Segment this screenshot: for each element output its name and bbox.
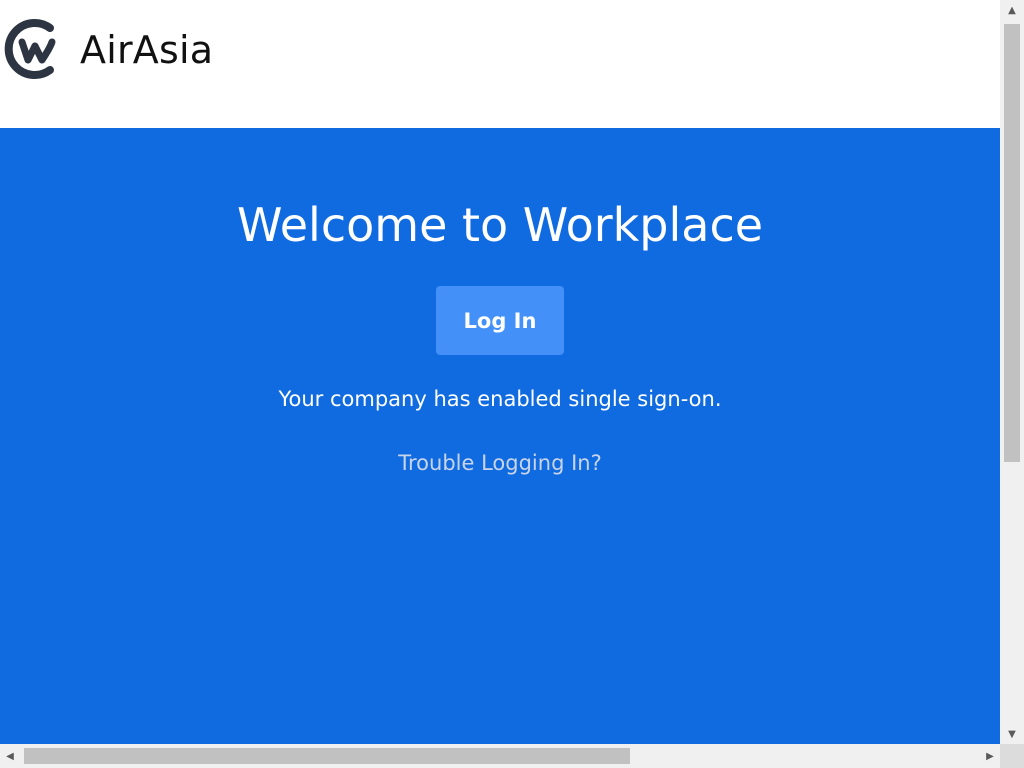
vertical-scroll-thumb[interactable] bbox=[1004, 24, 1020, 462]
page-title: Welcome to Workplace bbox=[236, 198, 764, 252]
brand-link[interactable]: AirAsia bbox=[0, 14, 213, 86]
horizontal-scroll-thumb[interactable] bbox=[24, 748, 630, 764]
sso-message: Your company has enabled single sign-on. bbox=[278, 387, 722, 411]
header: AirAsia bbox=[0, 0, 1000, 128]
scrollbar-corner bbox=[1000, 744, 1024, 768]
horizontal-scrollbar[interactable]: ◀ ▶ bbox=[0, 744, 1000, 768]
arrow-left-icon[interactable]: ◀ bbox=[0, 744, 20, 768]
trouble-logging-in-link[interactable]: Trouble Logging In? bbox=[0, 451, 1000, 475]
login-button[interactable]: Log In bbox=[436, 286, 564, 355]
hero-section: Welcome to Workplace Log In Your company… bbox=[0, 128, 1000, 744]
arrow-down-icon[interactable]: ▼ bbox=[1000, 724, 1024, 744]
workplace-logo-icon bbox=[4, 19, 56, 79]
arrow-up-icon[interactable]: ▲ bbox=[1000, 0, 1024, 20]
page-viewport: AirAsia Welcome to Workplace Log In Your… bbox=[0, 0, 1000, 744]
arrow-right-icon[interactable]: ▶ bbox=[980, 744, 1000, 768]
vertical-scrollbar[interactable]: ▲ ▼ bbox=[1000, 0, 1024, 744]
brand-name: AirAsia bbox=[80, 28, 214, 72]
